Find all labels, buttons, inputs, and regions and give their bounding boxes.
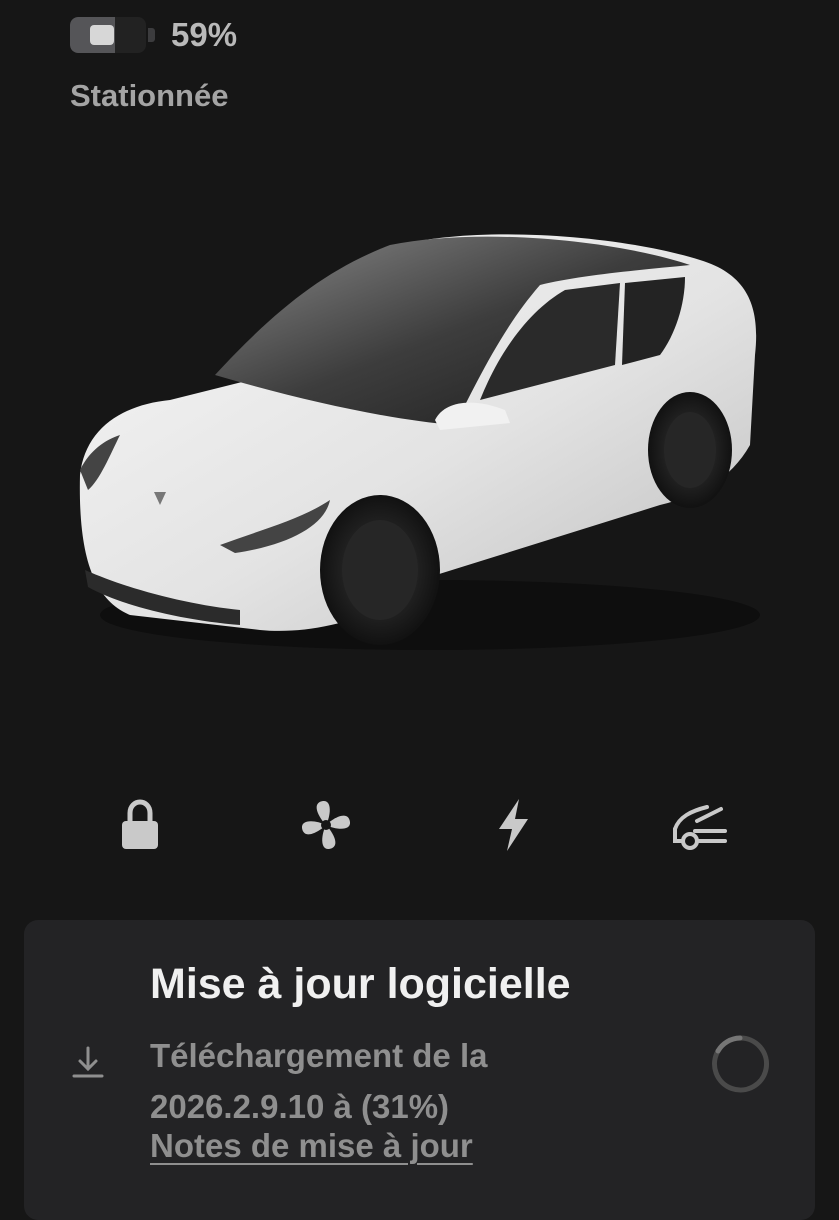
release-notes-link[interactable]: Notes de mise à jour: [150, 1127, 473, 1165]
fan-icon: [301, 800, 351, 850]
lightning-bolt-icon: [499, 799, 528, 851]
update-description-line2: 2026.2.9.10 à (31%): [150, 1088, 450, 1125]
lock-button[interactable]: [105, 790, 175, 860]
quick-actions-bar: [0, 790, 839, 860]
battery-indicator: [90, 25, 114, 45]
battery-percentage: 59%: [171, 16, 238, 53]
car-image[interactable]: [60, 215, 780, 665]
download-icon: [72, 1046, 104, 1078]
battery-status: 59%: [70, 14, 237, 56]
battery-icon: [70, 17, 146, 53]
charging-button[interactable]: [478, 790, 548, 860]
update-description-line1: Téléchargement de la: [150, 1037, 488, 1074]
trunk-open-icon: [673, 805, 727, 850]
software-update-card[interactable]: Mise à jour logicielle Téléchargement de…: [24, 920, 815, 1220]
update-description: Téléchargement de la 2026.2.9.10 à (31%): [150, 1030, 690, 1132]
climate-button[interactable]: [291, 790, 361, 860]
battery-cap: [148, 28, 155, 42]
update-title: Mise à jour logicielle: [150, 960, 571, 1008]
vehicle-state: Stationnée: [70, 78, 229, 113]
trunk-button[interactable]: [664, 790, 734, 860]
lock-icon: [122, 799, 158, 849]
spinner-icon: [712, 1035, 770, 1093]
